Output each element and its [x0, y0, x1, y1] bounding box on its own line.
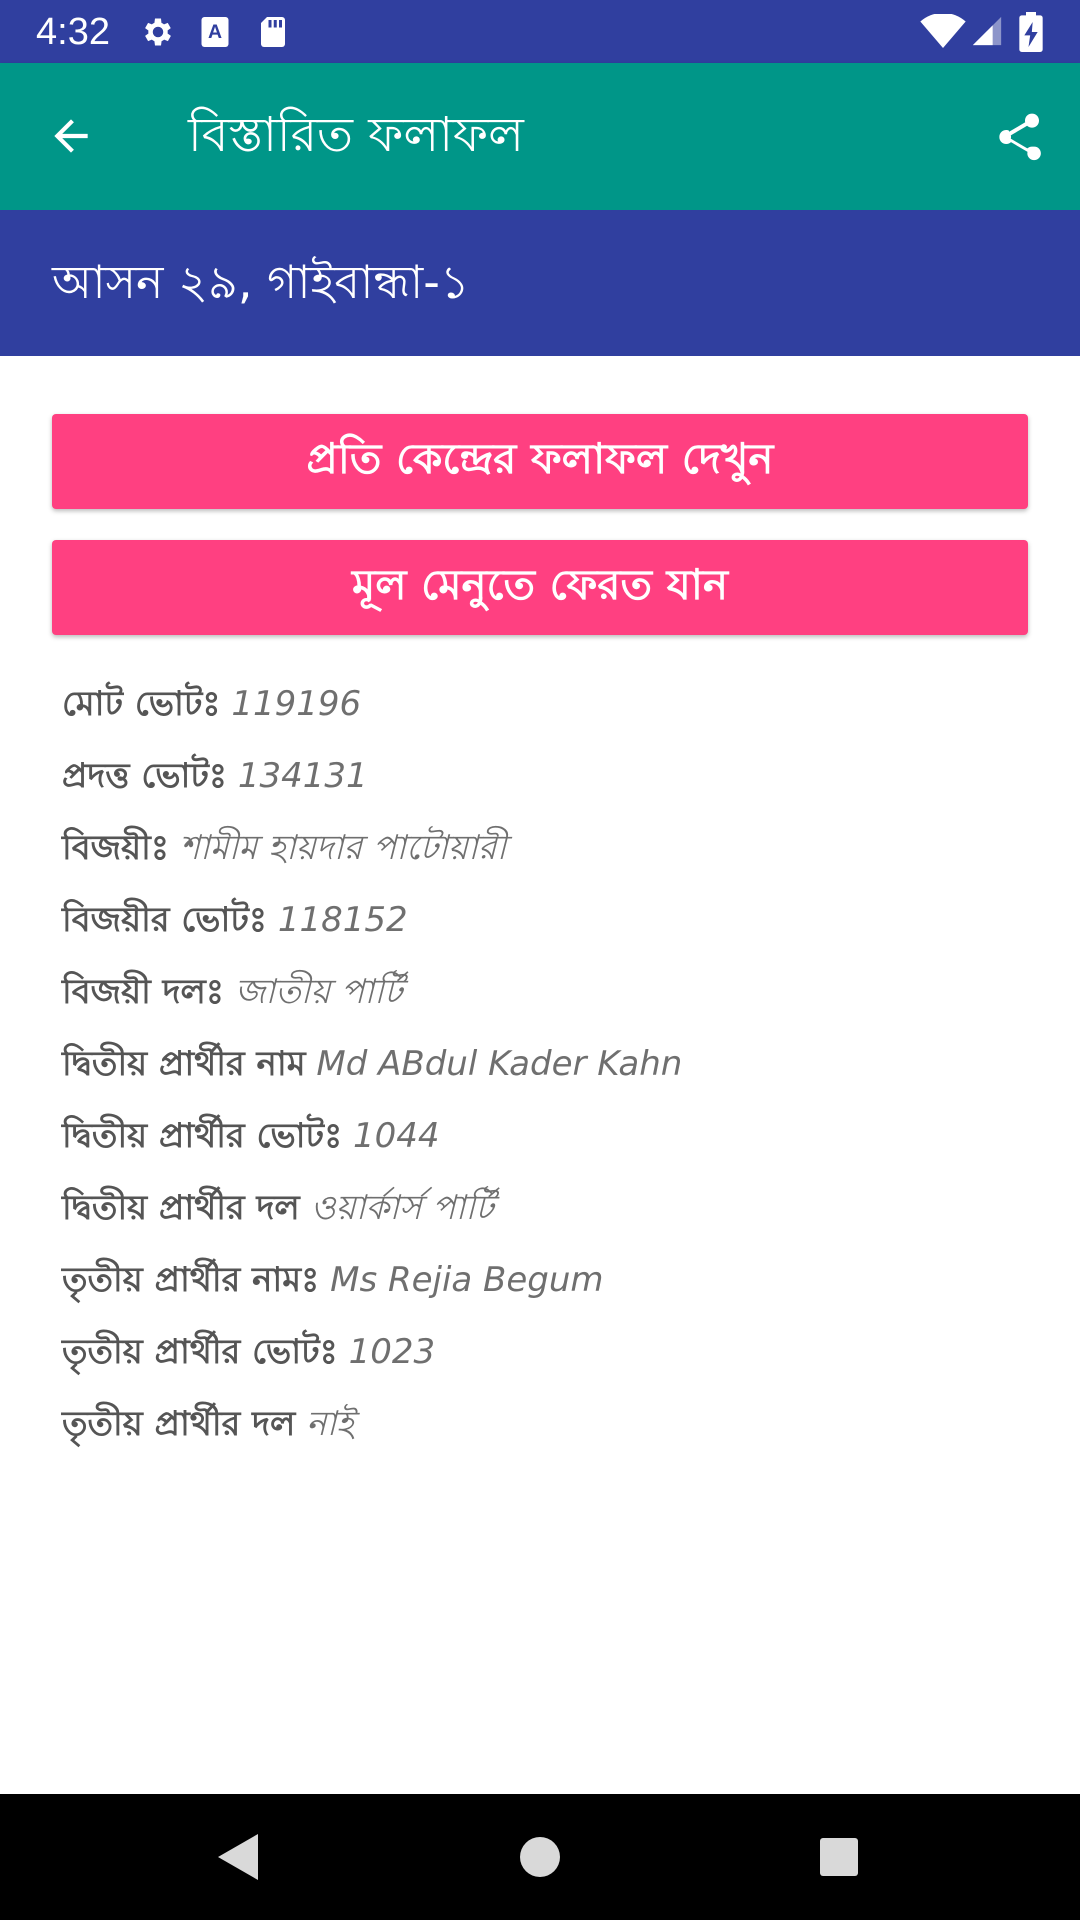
detail-label: বিজয়ী দলঃ	[62, 972, 224, 1012]
main-menu-button[interactable]: মূল মেনুতে ফেরত যান	[52, 540, 1028, 635]
status-bar: 4:32 A	[0, 0, 1080, 63]
detail-label: তৃতীয় প্রার্থীর ভোটঃ	[62, 1332, 338, 1372]
detail-value: জাতীয় পার্টি	[234, 972, 403, 1012]
detail-row-winner-party: বিজয়ী দলঃ জাতীয় পার্টি	[62, 956, 1042, 1028]
detail-row-winner: বিজয়ীঃ শামীম হায়দার পাটোয়ারী	[62, 812, 1042, 884]
detail-row-second-name: দ্বিতীয় প্রার্থীর নাম Md ABdul Kader Ka…	[62, 1028, 1042, 1100]
detail-label: দ্বিতীয় প্রার্থীর নাম	[62, 1044, 306, 1084]
center-results-button[interactable]: প্রতি কেন্দ্রের ফলাফল দেখুন	[52, 414, 1028, 509]
svg-text:A: A	[208, 21, 222, 43]
result-details: মোট ভোটঃ 119196 প্রদত্ত ভোটঃ 134131 বিজয…	[62, 668, 1042, 1460]
detail-label: প্রদত্ত ভোটঃ	[62, 756, 228, 796]
detail-label: দ্বিতীয় প্রার্থীর ভোটঃ	[62, 1116, 343, 1156]
status-time: 4:32	[36, 11, 110, 53]
detail-row-third-votes: তৃতীয় প্রার্থীর ভোটঃ 1023	[62, 1316, 1042, 1388]
detail-row-third-name: তৃতীয় প্রার্থীর নামঃ Ms Rejia Begum	[62, 1244, 1042, 1316]
seat-title: আসন ২৯, গাইবান্ধা-১	[52, 255, 470, 309]
detail-label: মোট ভোটঃ	[62, 684, 221, 724]
detail-value: 118152	[277, 900, 408, 940]
detail-row-total-votes: মোট ভোটঃ 119196	[62, 668, 1042, 740]
detail-value: ওয়ার্কার্স পার্টি	[310, 1188, 494, 1228]
app-bar: বিস্তারিত ফলাফল	[0, 63, 1080, 210]
nav-recents-icon[interactable]	[818, 1832, 860, 1882]
share-icon[interactable]	[990, 107, 1046, 167]
navigation-bar	[0, 1794, 1080, 1920]
detail-value: শামীম হায়দার পাটোয়ারী	[179, 828, 507, 868]
nav-back-icon[interactable]	[216, 1832, 260, 1882]
detail-row-cast-votes: প্রদত্ত ভোটঃ 134131	[62, 740, 1042, 812]
detail-value: 119196	[231, 684, 362, 724]
detail-label: বিজয়ীর ভোটঃ	[62, 900, 268, 940]
detail-value: 1044	[353, 1116, 440, 1156]
detail-label: দ্বিতীয় প্রার্থীর দল	[62, 1188, 300, 1228]
settings-icon	[145, 18, 171, 46]
detail-label: তৃতীয় প্রার্থীর দল	[62, 1404, 296, 1444]
page-title: বিস্তারিত ফলাফল	[188, 107, 524, 163]
font-a-icon: A	[201, 17, 229, 47]
detail-row-second-votes: দ্বিতীয় প্রার্থীর ভোটঃ 1044	[62, 1100, 1042, 1172]
sd-card-icon	[261, 17, 285, 47]
battery-charging-icon	[1019, 12, 1043, 52]
cellular-signal-icon	[972, 16, 1002, 46]
detail-label: বিজয়ীঃ	[62, 828, 169, 868]
arrow-back-icon[interactable]	[46, 111, 96, 161]
detail-label: তৃতীয় প্রার্থীর নামঃ	[62, 1260, 320, 1300]
wifi-icon	[920, 14, 966, 48]
detail-row-third-party: তৃতীয় প্রার্থীর দল নাই	[62, 1388, 1042, 1460]
detail-value: নাই	[306, 1404, 354, 1444]
detail-row-second-party: দ্বিতীয় প্রার্থীর দল ওয়ার্কার্স পার্টি	[62, 1172, 1042, 1244]
seat-header: আসন ২৯, গাইবান্ধা-১	[0, 210, 1080, 356]
nav-home-icon[interactable]	[518, 1832, 562, 1882]
detail-row-winner-votes: বিজয়ীর ভোটঃ 118152	[62, 884, 1042, 956]
detail-value: Ms Rejia Begum	[330, 1260, 604, 1300]
detail-value: 134131	[237, 756, 368, 796]
detail-value: Md ABdul Kader Kahn	[316, 1044, 683, 1084]
detail-value: 1023	[348, 1332, 436, 1372]
